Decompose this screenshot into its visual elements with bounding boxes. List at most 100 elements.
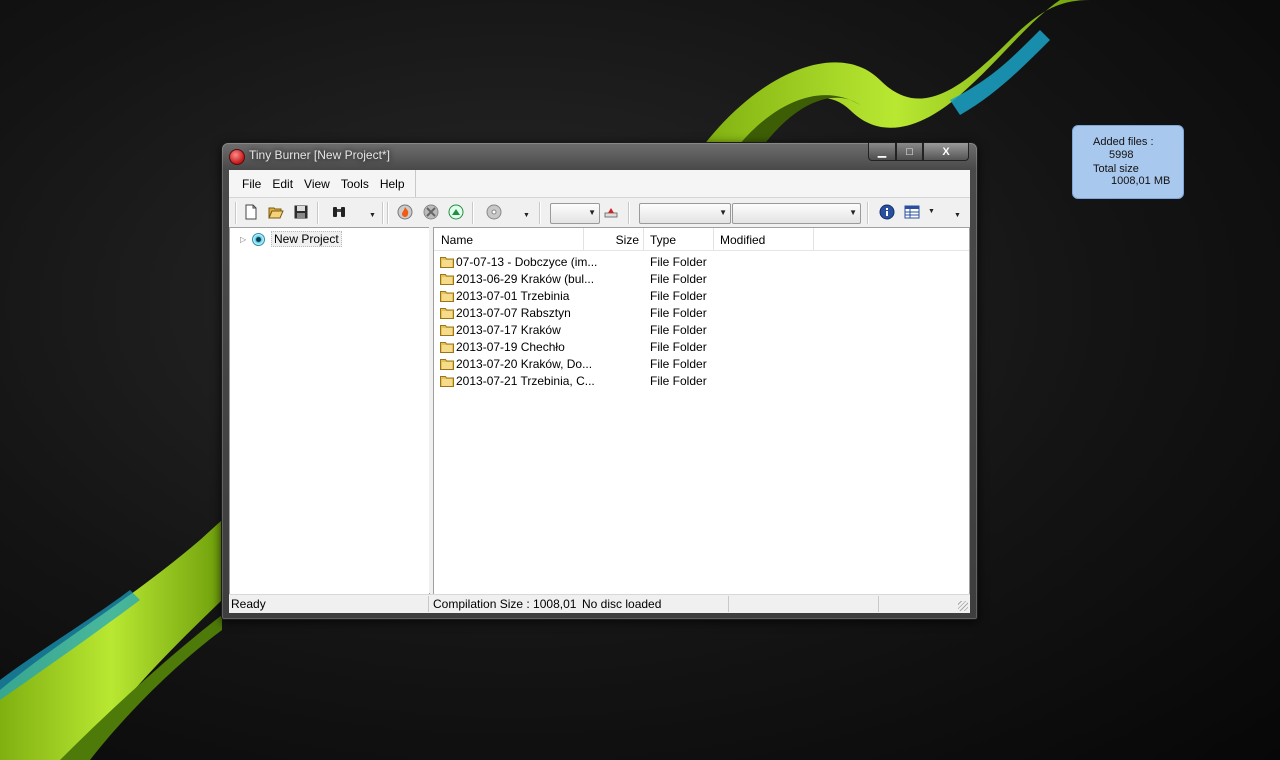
toolbar-separator	[235, 202, 237, 224]
toolbar-separator	[539, 202, 541, 224]
chevron-down-icon: ▼	[849, 208, 857, 217]
table-row[interactable]: 2013-07-20 Kraków, Do... File Folder	[434, 355, 969, 372]
erase-icon[interactable]	[421, 202, 441, 222]
window-title: Tiny Burner [New Project*]	[249, 148, 390, 162]
table-row[interactable]: 07-07-13 - Dobczyce (im... File Folder	[434, 253, 969, 270]
folder-icon	[440, 325, 454, 336]
menu-view[interactable]: View	[299, 177, 336, 191]
menu-bar: File Edit View Tools Help	[229, 170, 970, 198]
column-header-type[interactable]: Type	[644, 228, 714, 250]
minimize-button[interactable]: ▁	[868, 143, 896, 161]
row-type: File Folder	[650, 340, 707, 354]
folder-icon	[440, 376, 454, 387]
close-icon: X	[942, 145, 950, 158]
menu-help[interactable]: Help	[375, 177, 411, 191]
caption-buttons: ▁ □ X	[868, 143, 969, 161]
status-separator	[428, 596, 429, 612]
toolbar-separator	[628, 202, 630, 224]
table-row[interactable]: 2013-07-19 Chechło File Folder	[434, 338, 969, 355]
row-name: 07-07-13 - Dobczyce (im...	[456, 255, 598, 269]
toolbar-separator	[387, 202, 389, 224]
row-name: 2013-06-29 Kraków (bul...	[456, 272, 595, 286]
chevron-down-icon[interactable]: ▼	[523, 212, 530, 219]
folder-icon	[440, 274, 454, 285]
table-row[interactable]: 2013-07-17 Kraków File Folder	[434, 321, 969, 338]
menu-edit[interactable]: Edit	[267, 177, 299, 191]
menu-tools[interactable]: Tools	[336, 177, 375, 191]
toolbar-separator	[317, 202, 319, 224]
table-row[interactable]: 2013-07-07 Rabsztyn File Folder	[434, 304, 969, 321]
column-header-size[interactable]: Size	[584, 228, 644, 250]
eject-icon[interactable]	[601, 202, 621, 222]
status-separator	[878, 596, 879, 612]
row-type: File Folder	[650, 306, 707, 320]
info-icon[interactable]	[877, 202, 897, 222]
title-bar[interactable]: Tiny Burner [New Project*] ▁ □ X	[222, 143, 977, 169]
table-row[interactable]: 2013-06-29 Kraków (bul... File Folder	[434, 270, 969, 287]
toolbar-separator	[867, 202, 869, 224]
status-bar: Ready Compilation Size : 1008,01 M No di…	[229, 594, 970, 613]
chevron-down-icon: ▼	[719, 208, 727, 217]
burn-icon[interactable]	[395, 202, 415, 222]
chevron-down-icon[interactable]: ▼	[928, 208, 935, 215]
row-name: 2013-07-20 Kraków, Do...	[456, 357, 593, 371]
added-files-label: Added files :	[1093, 136, 1154, 148]
open-folder-icon[interactable]	[266, 202, 286, 222]
status-compilation-size: Compilation Size : 1008,01 M	[433, 597, 577, 611]
tree-item-new-project[interactable]: ▷ New Project	[240, 231, 342, 247]
drive-select[interactable]: ▼	[550, 203, 600, 224]
copy-disc-icon[interactable]	[446, 202, 466, 222]
chevron-down-icon: ▼	[588, 208, 596, 217]
row-type: File Folder	[650, 323, 707, 337]
client-area: File Edit View Tools Help ▼ ▼ ▼ ▼ ▼ ▼ ▼ …	[229, 170, 970, 613]
toolbar-separator	[382, 202, 384, 224]
minimize-icon: ▁	[877, 146, 887, 158]
folder-icon	[440, 359, 454, 370]
project-tree[interactable]: ▷ New Project	[229, 227, 430, 595]
app-icon[interactable]	[229, 149, 245, 165]
disc-settings-icon[interactable]	[484, 202, 504, 222]
disc-icon	[252, 232, 265, 246]
speed-select[interactable]: ▼	[639, 203, 731, 224]
chevron-down-icon[interactable]: ▼	[369, 212, 376, 219]
list-header: Name Size Type Modified	[434, 228, 969, 251]
close-button[interactable]: X	[923, 143, 969, 161]
table-row[interactable]: 2013-07-01 Trzebinia File Folder	[434, 287, 969, 304]
row-name: 2013-07-17 Kraków	[456, 323, 561, 337]
row-type: File Folder	[650, 272, 707, 286]
tree-item-label: New Project	[271, 231, 342, 247]
info-widget: Added files : 5998 Total size 1008,01 MB	[1072, 125, 1184, 199]
folder-icon	[440, 257, 454, 268]
menu-file[interactable]: File	[237, 177, 267, 191]
file-list[interactable]: Name Size Type Modified 07-07-13 - Dobcz…	[433, 227, 970, 595]
row-type: File Folder	[650, 357, 707, 371]
status-disc: No disc loaded	[582, 597, 662, 611]
folder-icon	[440, 342, 454, 353]
total-size-value: 1008,01 MB	[1111, 175, 1171, 187]
view-details-icon[interactable]	[902, 202, 922, 222]
column-header-modified[interactable]: Modified	[714, 228, 814, 250]
folder-icon	[440, 308, 454, 319]
chevron-down-icon[interactable]: ▼	[954, 212, 961, 219]
row-type: File Folder	[650, 374, 707, 388]
row-name: 2013-07-21 Trzebinia, C...	[456, 374, 595, 388]
maximize-icon: □	[906, 145, 913, 158]
row-type: File Folder	[650, 255, 707, 269]
toolbar: ▼ ▼ ▼ ▼ ▼ ▼ ▼	[229, 198, 970, 226]
table-row[interactable]: 2013-07-21 Trzebinia, C... File Folder	[434, 372, 969, 389]
row-name: 2013-07-07 Rabsztyn	[456, 306, 571, 320]
maximize-button[interactable]: □	[896, 143, 923, 161]
binoculars-icon[interactable]	[329, 202, 349, 222]
app-window: Tiny Burner [New Project*] ▁ □ X File Ed…	[221, 142, 978, 620]
status-ready: Ready	[231, 597, 266, 611]
row-name: 2013-07-01 Trzebinia	[456, 289, 570, 303]
new-file-icon[interactable]	[241, 202, 261, 222]
expand-arrow-icon[interactable]: ▷	[240, 235, 252, 244]
resize-grip-icon[interactable]	[958, 601, 968, 611]
format-select[interactable]: ▼	[732, 203, 861, 224]
status-separator	[728, 596, 729, 612]
row-type: File Folder	[650, 289, 707, 303]
added-files-value: 5998	[1109, 149, 1134, 161]
column-header-name[interactable]: Name	[434, 228, 584, 250]
save-icon[interactable]	[291, 202, 311, 222]
